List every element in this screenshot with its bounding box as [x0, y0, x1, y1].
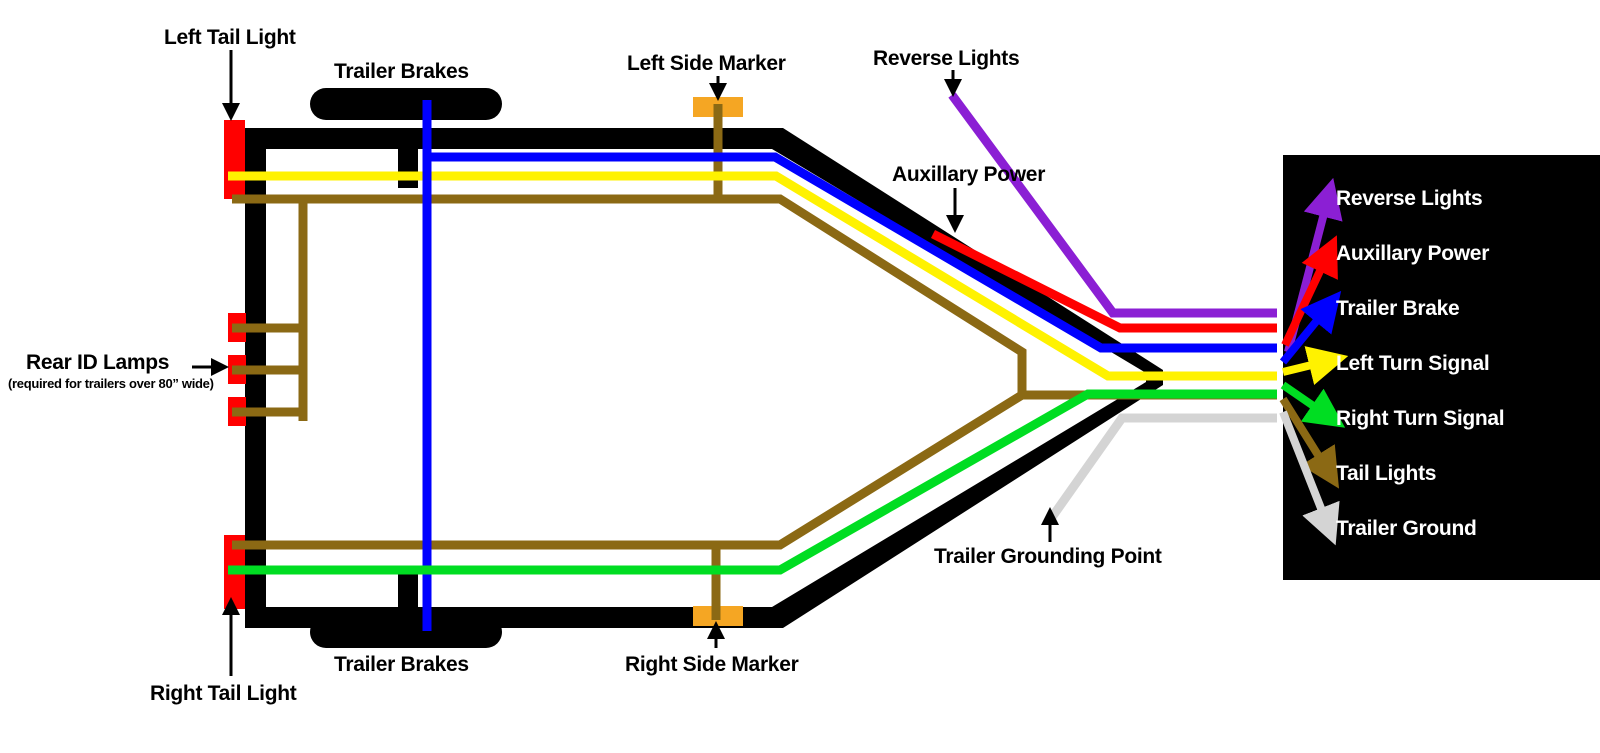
label-right-side-marker: Right Side Marker: [625, 653, 799, 676]
legend-label-auxillary-power: Auxillary Power: [1336, 242, 1490, 265]
wire-tail-lights: [232, 104, 1277, 620]
legend-label-tail-lights: Tail Lights: [1336, 462, 1437, 485]
legend-label-left-turn-signal: Left Turn Signal: [1336, 352, 1490, 375]
brown-bottom-run: [232, 391, 1025, 550]
brown-top-run: [232, 194, 1277, 400]
label-left-side-marker: Left Side Marker: [627, 52, 786, 75]
label-trailer-brakes-bottom: Trailer Brakes: [334, 653, 469, 676]
label-trailer-brakes-top: Trailer Brakes: [334, 60, 469, 83]
label-rear-id-lamps-note: (required for trailers over 80” wide): [8, 376, 214, 391]
legend-label-trailer-brake: Trailer Brake: [1336, 297, 1460, 320]
trailer-wiring-diagram: Left Tail Light Trailer Brakes Left Side…: [0, 0, 1600, 753]
label-left-tail-light: Left Tail Light: [164, 26, 296, 49]
label-reverse-lights: Reverse Lights: [873, 47, 1020, 70]
label-trailer-grounding-point: Trailer Grounding Point: [934, 545, 1162, 568]
diagram-canvas: [192, 50, 1600, 676]
label-rear-id-lamps: Rear ID Lamps: [26, 351, 170, 374]
label-auxillary-power: Auxillary Power: [892, 163, 1046, 186]
trailer-brakes-bottom-wheel: [310, 616, 502, 648]
legend-label-right-turn-signal: Right Turn Signal: [1336, 407, 1505, 430]
legend-label-trailer-ground: Trailer Ground: [1336, 517, 1477, 540]
left-tail-light-lamp: [224, 120, 245, 199]
label-right-tail-light: Right Tail Light: [150, 682, 297, 705]
legend-label-reverse-lights: Reverse Lights: [1336, 187, 1483, 210]
trailer-brakes-top-wheel: [310, 88, 502, 120]
